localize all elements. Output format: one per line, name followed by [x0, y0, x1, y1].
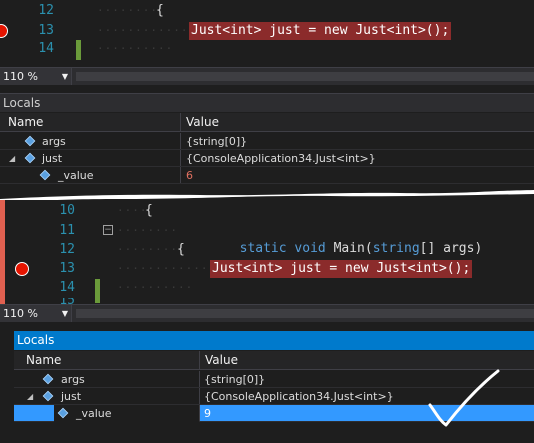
line-number: 14 [59, 280, 75, 295]
locals-header: Name Value [0, 113, 534, 132]
column-header-value[interactable]: Value [205, 351, 238, 370]
code-text: { [145, 203, 153, 218]
column-header-name[interactable]: Name [8, 113, 43, 132]
top-code-editor[interactable]: 12 ········ { 13 ············ Just<int> … [0, 0, 534, 67]
variable-name: just [61, 390, 82, 403]
column-separator [199, 388, 200, 404]
code-text: { [156, 3, 164, 18]
column-header-value[interactable]: Value [186, 113, 219, 132]
zoom-value: 110 % [3, 70, 38, 83]
column-separator [180, 167, 181, 183]
column-separator [180, 133, 181, 149]
indent-dots: ········ [117, 243, 178, 256]
variable-name: _value [58, 169, 94, 182]
variable-cube-icon [42, 373, 54, 385]
code-line: 14 ·········· [0, 40, 534, 60]
locals-title-bar[interactable]: Locals [0, 93, 534, 112]
variable-name: args [61, 373, 85, 386]
breakpoint-dot-icon[interactable] [0, 24, 8, 38]
code-line-breakpoint: 13 ············ Just<int> just = new Jus… [5, 260, 534, 278]
column-separator [180, 150, 181, 166]
indent-dots: ············ [117, 262, 209, 275]
line-number: 10 [59, 203, 75, 218]
breakpoint-code-text: Just<int> just = new Just<int>(); [189, 22, 452, 40]
chevron-down-icon: ▼ [61, 309, 68, 318]
indent-dots: ············ [97, 24, 189, 37]
line-number: 13 [59, 261, 75, 276]
variable-value: {ConsoleApplication34.Just<int>} [204, 390, 394, 403]
variable-value: 9 [204, 407, 211, 420]
code-line: 12 ········ { [5, 241, 534, 259]
locals-title: Locals [3, 96, 41, 110]
variable-cube-icon [42, 390, 54, 402]
indent-dots: ·········· [117, 281, 194, 294]
line-number: 13 [38, 23, 54, 38]
horizontal-scrollbar[interactable] [76, 309, 534, 318]
line-number: 12 [59, 242, 75, 257]
variable-cube-icon [24, 135, 36, 147]
column-separator [199, 405, 200, 421]
code-line: − 11 ········ static void Main(string[] … [5, 222, 534, 256]
indent-dots: ········ [97, 4, 158, 17]
change-bar [76, 40, 81, 60]
checkmark-annotation-icon [428, 369, 500, 427]
horizontal-scrollbar[interactable] [76, 72, 534, 81]
column-separator[interactable] [180, 113, 181, 131]
indent-dots: ·········· [97, 42, 174, 55]
code-line: 14 ·········· [5, 279, 534, 303]
locals-title-bar[interactable]: Locals [14, 331, 534, 350]
collapse-icon[interactable]: − [103, 225, 113, 235]
column-header-name[interactable]: Name [26, 351, 61, 370]
locals-row-just[interactable]: ◢ just {ConsoleApplication34.Just<int>} [0, 150, 534, 167]
editor-statusbar: 110 % ▼ [0, 67, 534, 85]
variable-value: 6 [186, 169, 193, 182]
indent-dots: ········ [117, 224, 178, 237]
variable-name: args [42, 135, 66, 148]
zoom-dropdown[interactable]: 110 % ▼ [0, 305, 72, 322]
indent-dots: ···· [117, 204, 148, 217]
variable-cube-icon [39, 169, 51, 181]
breakpoint-dot-icon[interactable] [15, 262, 29, 276]
line-number: 14 [38, 41, 54, 56]
triangle-expander-icon[interactable]: ◢ [27, 388, 33, 405]
variable-value: {string[0]} [204, 373, 266, 386]
chevron-down-icon: ▼ [61, 72, 68, 81]
code-line: 10 ···· { [5, 202, 534, 220]
locals-row-value[interactable]: _value 6 [0, 167, 534, 184]
locals-title: Locals [17, 333, 55, 347]
code-line-breakpoint: 13 ············ Just<int> just = new Jus… [0, 22, 534, 40]
variable-value: {ConsoleApplication34.Just<int>} [186, 152, 376, 165]
breakpoint-code-text: Just<int> just = new Just<int>(); [210, 260, 473, 278]
column-separator[interactable] [199, 351, 200, 369]
code-text: { [177, 242, 185, 257]
bottom-code-editor[interactable]: 10 ···· { − 11 ········ static void Main… [0, 200, 534, 304]
variable-name: just [42, 152, 63, 165]
line-number: 11 [59, 223, 75, 238]
column-separator [199, 371, 200, 387]
variable-cube-icon [24, 152, 36, 164]
triangle-expander-icon[interactable]: ◢ [9, 150, 15, 167]
editor-statusbar: 110 % ▼ [0, 304, 534, 322]
line-number: 12 [38, 3, 54, 18]
zoom-value: 110 % [3, 307, 38, 320]
zoom-dropdown[interactable]: 110 % ▼ [0, 68, 72, 85]
top-debug-panel: 12 ········ { 13 ············ Just<int> … [0, 0, 534, 195]
variable-value: {string[0]} [186, 135, 248, 148]
locals-row-args[interactable]: args {string[0]} [0, 133, 534, 150]
code-line: 12 ········ { [0, 2, 534, 20]
variable-name: _value [76, 407, 112, 420]
